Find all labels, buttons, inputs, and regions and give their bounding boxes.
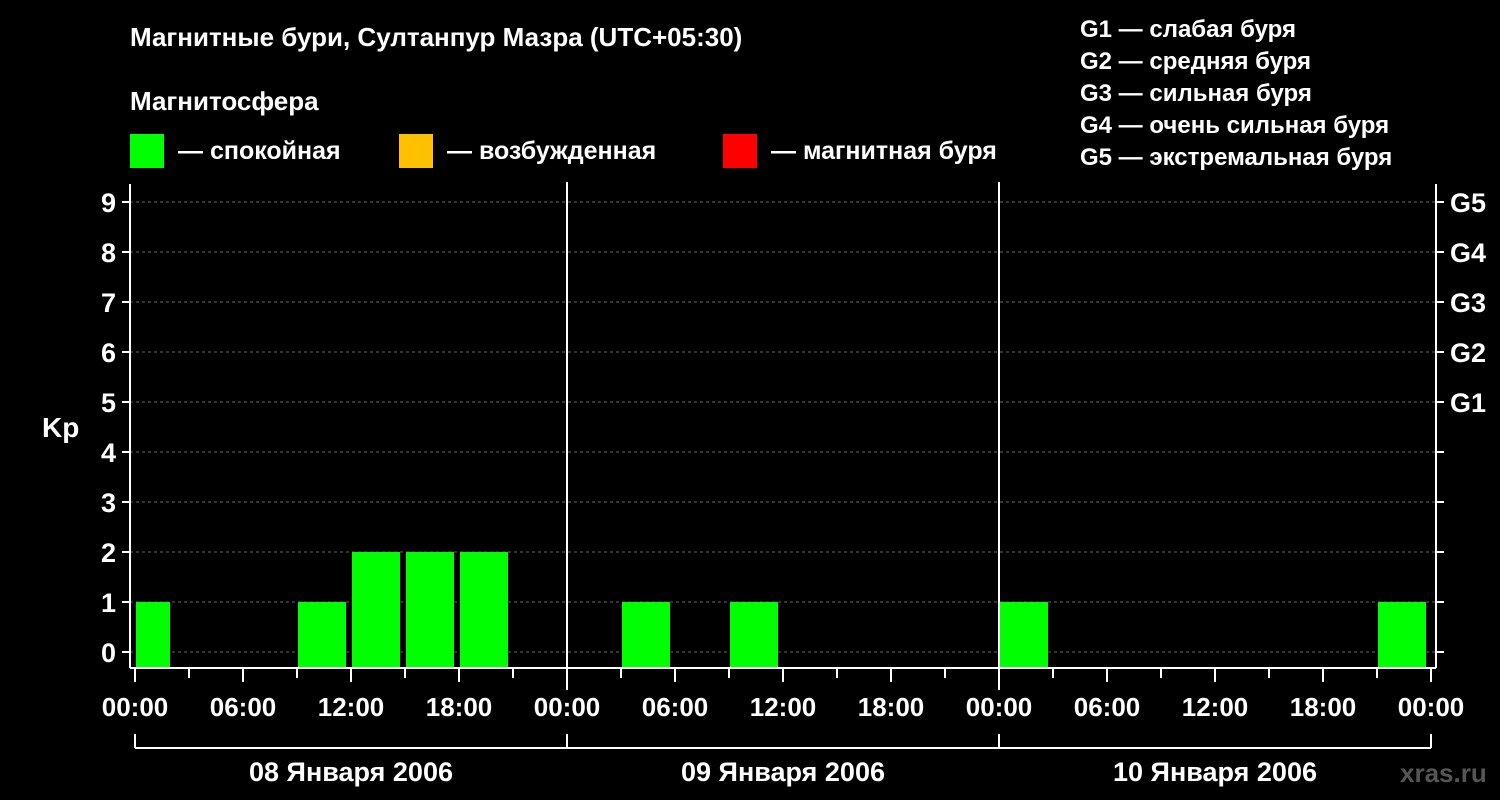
kp-bar-23 [1378,602,1426,668]
x-tick-label-6: 12:00 [750,692,817,722]
y-tick-label-0: 0 [101,638,116,668]
kp-bar-11 [730,602,778,668]
right-label-g4: G4 [1450,238,1486,268]
x-tick-label-11: 18:00 [1290,692,1357,722]
kp-bar-6 [460,552,508,668]
right-label-g1: G1 [1450,388,1486,418]
x-tick-label-8: 00:00 [966,692,1033,722]
y-tick-label-3: 3 [101,488,116,518]
kp-bar-3 [298,602,346,668]
kp-bar-4 [352,552,400,668]
right-label-g2: G2 [1450,338,1486,368]
right-label-g5: G5 [1450,188,1486,218]
kp-bar-16 [1000,602,1048,668]
y-tick-label-1: 1 [101,588,116,618]
day-label-0: 08 Января 2006 [249,757,453,787]
x-tick-label-0: 00:00 [102,692,169,722]
x-tick-label-7: 18:00 [858,692,925,722]
y-tick-label-9: 9 [101,188,116,218]
y-tick-label-5: 5 [101,388,116,418]
kp-bar-0 [136,602,170,668]
y-tick-label-4: 4 [101,438,116,468]
x-tick-label-5: 06:00 [642,692,709,722]
y-tick-label-7: 7 [101,288,116,318]
x-tick-label-10: 12:00 [1182,692,1249,722]
day-label-2: 10 Января 2006 [1113,757,1317,787]
right-label-g3: G3 [1450,288,1486,318]
x-tick-label-3: 18:00 [426,692,493,722]
y-tick-label-8: 8 [101,238,116,268]
kp-bar-chart: 0 1 2 3 4 5 6 7 8 9 G1 G2 G3 G4 G5 00:00 06:00 12:00 18:00… [101,182,1486,787]
x-tick-label-4: 00:00 [534,692,601,722]
y-tick-label-2: 2 [101,538,116,568]
kp-bar-9 [622,602,670,668]
x-tick-label-2: 12:00 [318,692,385,722]
x-tick-label-12: 00:00 [1398,692,1465,722]
y-tick-label-6: 6 [101,338,116,368]
x-tick-label-1: 06:00 [210,692,277,722]
kp-bar-5 [406,552,454,668]
watermark: xras.ru [1400,758,1487,788]
x-tick-label-9: 06:00 [1074,692,1141,722]
day-label-1: 09 Января 2006 [681,757,885,787]
